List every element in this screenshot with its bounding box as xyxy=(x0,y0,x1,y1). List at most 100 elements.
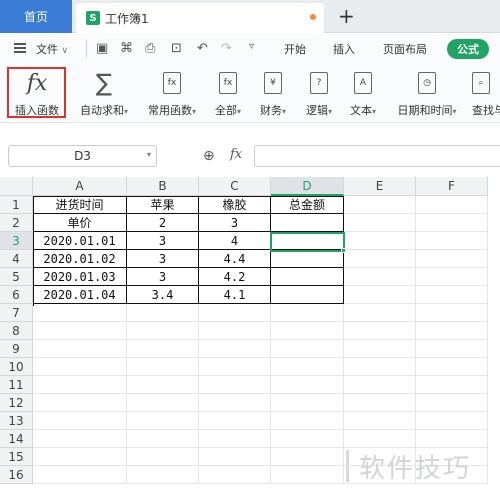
cell-b1[interactable]: 苹果 xyxy=(127,196,199,214)
fx-icon[interactable]: fx xyxy=(230,147,242,162)
cell-c9[interactable] xyxy=(199,340,271,358)
cell-d4[interactable] xyxy=(271,250,344,268)
cell-c12[interactable] xyxy=(199,394,271,412)
tab-page-layout[interactable]: 页面布局 xyxy=(383,41,427,57)
cell-e11[interactable] xyxy=(344,376,416,394)
row-header-14[interactable]: 14 xyxy=(0,430,33,448)
select-all-corner[interactable] xyxy=(0,177,33,196)
cell-c8[interactable] xyxy=(199,322,271,340)
cell-c6[interactable]: 4.1 xyxy=(199,286,271,304)
cell-f2[interactable] xyxy=(416,214,488,232)
cell-b15[interactable] xyxy=(127,448,199,466)
row-header-8[interactable]: 8 xyxy=(0,322,33,340)
cell-f7[interactable] xyxy=(416,304,488,322)
autosum-button[interactable]: ∑ 自动求和▾ xyxy=(74,68,134,120)
cell-e12[interactable] xyxy=(344,394,416,412)
cell-a2[interactable]: 单价 xyxy=(33,214,127,232)
cell-c3[interactable]: 4 xyxy=(199,232,271,250)
row-header-10[interactable]: 10 xyxy=(0,358,33,376)
logic-functions-button[interactable]: ? 逻辑▾ xyxy=(302,68,336,120)
cell-a16[interactable] xyxy=(33,466,127,484)
tab-insert[interactable]: 插入 xyxy=(333,41,355,57)
cell-e8[interactable] xyxy=(344,322,416,340)
cell-b12[interactable] xyxy=(127,394,199,412)
cell-f10[interactable] xyxy=(416,358,488,376)
cell-f11[interactable] xyxy=(416,376,488,394)
cell-d12[interactable] xyxy=(271,394,344,412)
cell-f6[interactable] xyxy=(416,286,488,304)
cell-a6[interactable]: 2020.01.04 xyxy=(33,286,127,304)
tab-start[interactable]: 开始 xyxy=(284,41,306,57)
cell-d5[interactable] xyxy=(271,268,344,286)
cell-f12[interactable] xyxy=(416,394,488,412)
column-header-f[interactable]: F xyxy=(416,177,488,196)
cell-e3[interactable] xyxy=(344,232,416,250)
file-menu[interactable]: 文件 ∨ xyxy=(36,41,68,57)
tab-formula[interactable]: 公式 xyxy=(447,39,489,59)
cell-d6[interactable] xyxy=(271,286,344,304)
cell-a7[interactable] xyxy=(33,304,127,322)
cell-a8[interactable] xyxy=(33,322,127,340)
print-preview-icon[interactable]: ⊡ xyxy=(171,41,182,56)
cell-a3[interactable]: 2020.01.01 xyxy=(33,232,127,250)
cell-f3[interactable] xyxy=(416,232,488,250)
row-header-2[interactable]: 2 xyxy=(0,214,33,232)
cell-c14[interactable] xyxy=(199,430,271,448)
cell-e1[interactable] xyxy=(344,196,416,214)
cell-a12[interactable] xyxy=(33,394,127,412)
cell-e6[interactable] xyxy=(344,286,416,304)
column-header-d[interactable]: D xyxy=(271,177,344,196)
cell-c2[interactable]: 3 xyxy=(199,214,271,232)
cell-a14[interactable] xyxy=(33,430,127,448)
cell-b6[interactable]: 3.4 xyxy=(127,286,199,304)
cell-b13[interactable] xyxy=(127,412,199,430)
row-header-1[interactable]: 1 xyxy=(0,196,33,214)
cell-f4[interactable] xyxy=(416,250,488,268)
finance-functions-button[interactable]: ¥ 财务▾ xyxy=(256,68,290,120)
cell-c11[interactable] xyxy=(199,376,271,394)
new-tab-plus-icon[interactable]: + xyxy=(338,4,355,28)
row-header-5[interactable]: 5 xyxy=(0,268,33,286)
cell-c10[interactable] xyxy=(199,358,271,376)
cell-b16[interactable] xyxy=(127,466,199,484)
tab-workbook[interactable]: S 工作簿1 xyxy=(76,3,324,33)
cell-e9[interactable] xyxy=(344,340,416,358)
cell-e4[interactable] xyxy=(344,250,416,268)
cell-a5[interactable]: 2020.01.03 xyxy=(33,268,127,286)
cell-e2[interactable] xyxy=(344,214,416,232)
column-header-c[interactable]: C xyxy=(199,177,271,196)
cell-e5[interactable] xyxy=(344,268,416,286)
cell-d2[interactable] xyxy=(271,214,344,232)
cell-b8[interactable] xyxy=(127,322,199,340)
cell-a15[interactable] xyxy=(33,448,127,466)
cell-e7[interactable] xyxy=(344,304,416,322)
cell-a9[interactable] xyxy=(33,340,127,358)
fill-handle[interactable] xyxy=(341,248,346,253)
all-functions-button[interactable]: fx 全部▾ xyxy=(211,68,245,120)
cell-b11[interactable] xyxy=(127,376,199,394)
name-box[interactable]: D3 ▾ xyxy=(8,145,157,167)
cell-b2[interactable]: 2 xyxy=(127,214,199,232)
row-header-4[interactable]: 4 xyxy=(0,250,33,268)
cell-b7[interactable] xyxy=(127,304,199,322)
customize-dropdown-icon[interactable]: ▿ xyxy=(249,41,254,52)
row-header-3[interactable]: 3 xyxy=(0,232,33,250)
column-header-a[interactable]: A xyxy=(33,177,127,196)
format-painter-icon[interactable]: ⌘ xyxy=(120,41,133,56)
zoom-search-icon[interactable]: ⊕ xyxy=(203,148,215,164)
menu-icon[interactable] xyxy=(14,43,26,53)
undo-icon[interactable]: ↶ xyxy=(197,41,208,56)
formula-input[interactable] xyxy=(254,145,500,167)
cell-b14[interactable] xyxy=(127,430,199,448)
cell-f8[interactable] xyxy=(416,322,488,340)
row-header-16[interactable]: 16 xyxy=(0,466,33,484)
row-header-11[interactable]: 11 xyxy=(0,376,33,394)
common-functions-button[interactable]: fx 常用函数▾ xyxy=(142,68,202,120)
cell-a10[interactable] xyxy=(33,358,127,376)
row-header-13[interactable]: 13 xyxy=(0,412,33,430)
print-icon[interactable]: ⎙ xyxy=(145,41,155,56)
cell-d11[interactable] xyxy=(271,376,344,394)
cell-c15[interactable] xyxy=(199,448,271,466)
cell-a13[interactable] xyxy=(33,412,127,430)
cell-d10[interactable] xyxy=(271,358,344,376)
